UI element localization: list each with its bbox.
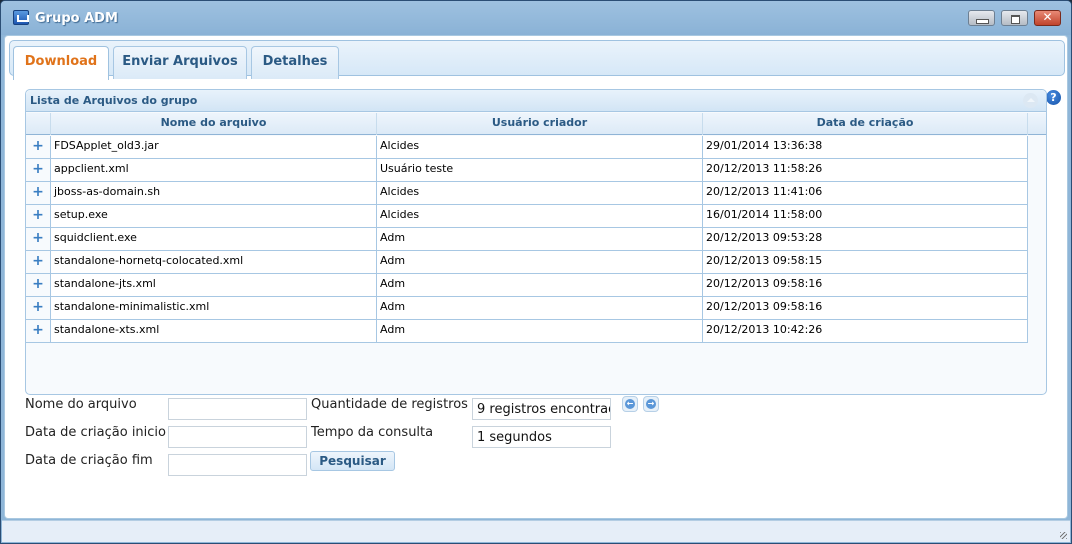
table-row[interactable]: + jboss-as-domain.sh Alcides 20/12/2013 11:… — [26, 182, 1028, 205]
status-bar — [2, 520, 1070, 542]
column-header-expand — [26, 113, 51, 135]
previous-page-button[interactable]: ← — [622, 396, 638, 412]
tab-detalhes[interactable]: Detalhes — [251, 46, 339, 79]
cell-date: 29/01/2014 13:36:38 — [703, 136, 1028, 158]
table-row[interactable]: + FDSApplet_old3.jar Alcides 29/01/2014 13:… — [26, 136, 1028, 159]
cell-file-name: squidclient.exe — [51, 228, 377, 250]
cell-user: Adm — [377, 228, 703, 250]
column-header-user[interactable]: Usuário criador — [377, 113, 703, 135]
minimize-button[interactable] — [968, 10, 995, 26]
cell-file-name: standalone-xts.xml — [51, 320, 377, 342]
table-row[interactable]: + squidclient.exe Adm 20/12/2013 09:53:28 — [26, 228, 1028, 251]
cell-date: 20/12/2013 11:58:26 — [703, 159, 1028, 181]
column-header-file-name[interactable]: Nome do arquivo — [51, 113, 377, 135]
column-header-date[interactable]: Data de criação — [703, 113, 1028, 135]
table-row[interactable]: + standalone-minimalistic.xml Adm 20/12/201… — [26, 297, 1028, 320]
cell-file-name: FDSApplet_old3.jar — [51, 136, 377, 158]
file-name-input[interactable] — [168, 398, 307, 420]
file-list-panel: Lista de Arquivos do grupo Nome do arqui… — [25, 89, 1047, 395]
date-start-label: Data de criação inicio — [25, 425, 167, 440]
panel-title: Lista de Arquivos do grupo — [30, 94, 198, 107]
cell-date: 20/12/2013 09:58:15 — [703, 251, 1028, 273]
grid-body: + FDSApplet_old3.jar Alcides 29/01/2014 13:… — [26, 136, 1028, 343]
arrow-right-icon: → — [646, 399, 656, 409]
resize-grip-icon[interactable] — [1060, 532, 1067, 539]
expand-row-icon[interactable]: + — [26, 320, 51, 342]
cell-file-name: jboss-as-domain.sh — [51, 182, 377, 204]
expand-row-icon[interactable]: + — [26, 274, 51, 296]
arrow-left-icon: ← — [625, 399, 635, 409]
tab-download[interactable]: Download — [13, 46, 109, 80]
record-count-label: Quantidade de registros — [311, 397, 468, 412]
maximize-button[interactable] — [1001, 10, 1028, 26]
grid-header: Nome do arquivo Usuário criador Data de … — [26, 113, 1046, 135]
panel-header: Lista de Arquivos do grupo — [26, 90, 1046, 112]
cell-date: 20/12/2013 10:42:26 — [703, 320, 1028, 342]
cell-date: 16/01/2014 11:58:00 — [703, 205, 1028, 227]
table-row[interactable]: + appclient.xml Usuário teste 20/12/2013 11… — [26, 159, 1028, 182]
cell-user: Adm — [377, 251, 703, 273]
cell-file-name: standalone-jts.xml — [51, 274, 377, 296]
cell-user: Adm — [377, 297, 703, 319]
table-row[interactable]: + standalone-xts.xml Adm 20/12/2013 10:42:2… — [26, 320, 1028, 343]
cell-date: 20/12/2013 09:58:16 — [703, 297, 1028, 319]
group-icon — [13, 10, 29, 25]
expand-row-icon[interactable]: + — [26, 159, 51, 181]
collapse-icon[interactable] — [1023, 93, 1038, 108]
tab-strip: Download Enviar Arquivos Detalhes — [9, 40, 1065, 80]
tab-enviar-arquivos[interactable]: Enviar Arquivos — [113, 46, 247, 79]
window-content: Download Enviar Arquivos Detalhes ? List… — [4, 35, 1068, 519]
query-time-field — [472, 426, 611, 448]
expand-row-icon[interactable]: + — [26, 251, 51, 273]
cell-user: Adm — [377, 274, 703, 296]
help-icon[interactable]: ? — [1046, 90, 1061, 105]
date-start-input[interactable] — [168, 426, 307, 448]
table-row[interactable]: + setup.exe Alcides 16/01/2014 11:58:00 — [26, 205, 1028, 228]
table-row[interactable]: + standalone-jts.xml Adm 20/12/2013 09:58:1… — [26, 274, 1028, 297]
cell-date: 20/12/2013 09:58:16 — [703, 274, 1028, 296]
table-row[interactable]: + standalone-hornetq-colocated.xml Adm 20/1… — [26, 251, 1028, 274]
title-bar[interactable]: Grupo ADM ✕ — [1, 1, 1071, 35]
expand-row-icon[interactable]: + — [26, 297, 51, 319]
record-count-field — [472, 398, 611, 420]
next-page-button[interactable]: → — [643, 396, 659, 412]
expand-row-icon[interactable]: + — [26, 205, 51, 227]
cell-user: Alcides — [377, 182, 703, 204]
cell-file-name: appclient.xml — [51, 159, 377, 181]
cell-file-name: standalone-minimalistic.xml — [51, 297, 377, 319]
window-title: Grupo ADM — [35, 11, 118, 26]
cell-user: Alcides — [377, 136, 703, 158]
cell-file-name: standalone-hornetq-colocated.xml — [51, 251, 377, 273]
expand-row-icon[interactable]: + — [26, 136, 51, 158]
close-icon: ✕ — [1042, 10, 1053, 24]
query-time-label: Tempo da consulta — [311, 425, 434, 440]
expand-row-icon[interactable]: + — [26, 228, 51, 250]
cell-user: Adm — [377, 320, 703, 342]
expand-row-icon[interactable]: + — [26, 182, 51, 204]
close-button[interactable]: ✕ — [1034, 10, 1061, 26]
search-button[interactable]: Pesquisar — [310, 451, 395, 471]
window: Grupo ADM ✕ Download Enviar Arquivos Det… — [0, 0, 1072, 544]
cell-date: 20/12/2013 09:53:28 — [703, 228, 1028, 250]
date-end-label: Data de criação fim — [25, 453, 153, 468]
file-name-label: Nome do arquivo — [25, 397, 137, 412]
cell-date: 20/12/2013 11:41:06 — [703, 182, 1028, 204]
cell-user: Usuário teste — [377, 159, 703, 181]
cell-file-name: setup.exe — [51, 205, 377, 227]
cell-user: Alcides — [377, 205, 703, 227]
date-end-input[interactable] — [168, 454, 307, 476]
